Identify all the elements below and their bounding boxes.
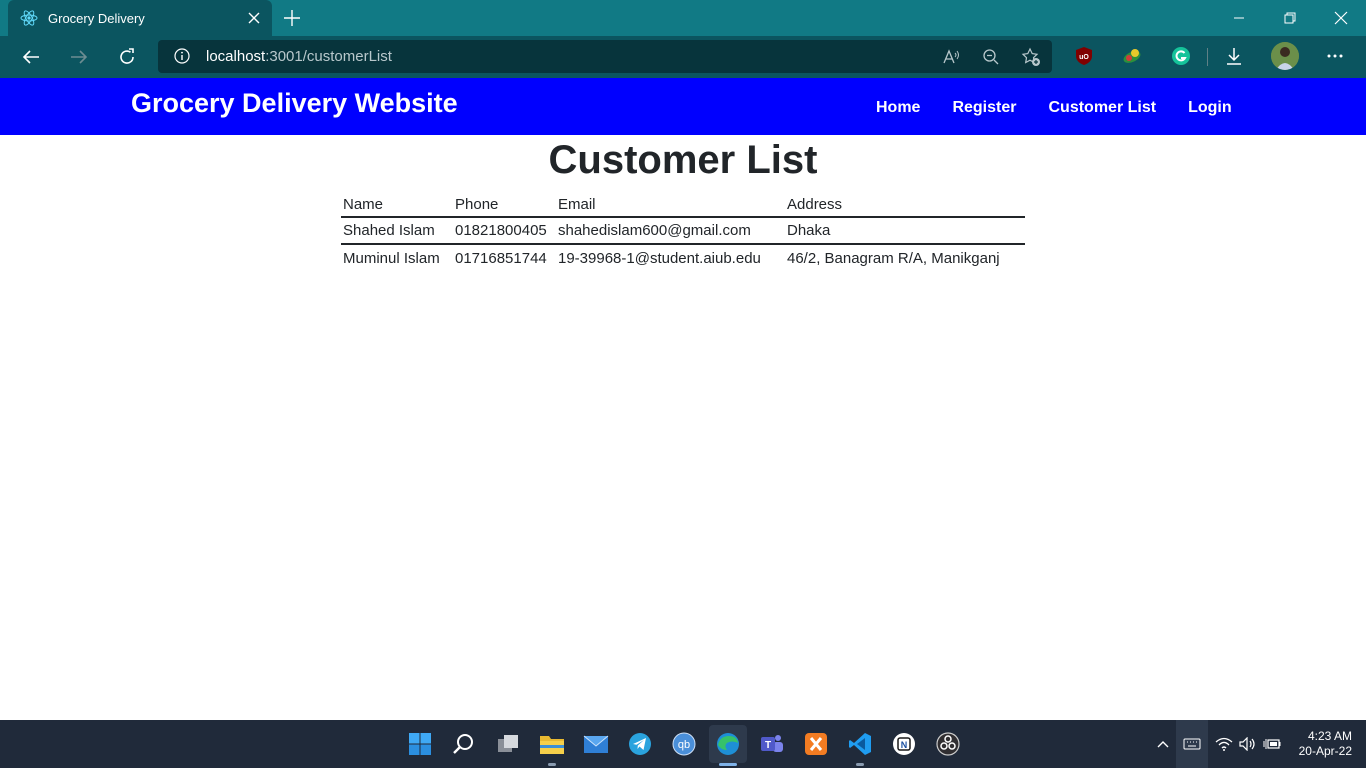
active-app-indicator: [719, 763, 737, 766]
notion-icon[interactable]: N: [889, 729, 919, 759]
grammarly-extension-icon[interactable]: [1169, 44, 1193, 68]
more-options-icon[interactable]: [1323, 44, 1347, 68]
url-text[interactable]: localhost:3001/customerList: [206, 48, 392, 65]
running-indicator: [856, 763, 864, 766]
colorful-extension-icon[interactable]: [1120, 44, 1144, 68]
minimize-icon[interactable]: [1216, 0, 1262, 36]
zoom-out-icon[interactable]: [980, 46, 1002, 68]
browser-tab[interactable]: Grocery Delivery: [8, 0, 272, 36]
browser-toolbar: localhost:3001/customerList uO: [0, 36, 1366, 78]
react-favicon-icon: [20, 9, 38, 27]
cell-name: Shahed Islam: [341, 217, 453, 245]
telegram-icon[interactable]: [625, 729, 655, 759]
close-tab-icon[interactable]: [246, 10, 262, 26]
cell-email: 19-39968-1@student.aiub.edu: [558, 249, 761, 267]
svg-text:T: T: [765, 740, 771, 751]
address-bar[interactable]: localhost:3001/customerList: [158, 40, 1052, 73]
back-icon[interactable]: [19, 45, 43, 69]
task-view-icon[interactable]: [493, 729, 523, 759]
qbittorrent-icon[interactable]: qb: [669, 729, 699, 759]
show-hidden-icons-icon[interactable]: [1154, 734, 1172, 754]
site-navbar: Grocery Delivery Website Home Register C…: [0, 78, 1366, 135]
taskbar: qb T N 4:23 AM 20-Apr-22: [0, 720, 1366, 768]
svg-text:qb: qb: [678, 739, 690, 751]
nav-link-login[interactable]: Login: [1188, 99, 1232, 117]
windows-start-icon[interactable]: [405, 729, 435, 759]
nav-link-register[interactable]: Register: [952, 99, 1016, 117]
cell-address: 46/2, Banagram R/A, Manikganj: [787, 249, 1000, 267]
browser-titlebar: Grocery Delivery: [0, 0, 1366, 36]
system-clock[interactable]: 4:23 AM 20-Apr-22: [1290, 729, 1352, 759]
clock-time: 4:23 AM: [1307, 729, 1352, 743]
read-aloud-icon[interactable]: [940, 46, 962, 68]
cell-address: Dhaka: [785, 217, 1025, 245]
site-brand[interactable]: Grocery Delivery Website: [131, 88, 458, 119]
column-header-phone: Phone: [453, 192, 556, 218]
svg-text:N: N: [901, 740, 908, 750]
nav-menu: Home Register Customer List Login: [876, 99, 1264, 117]
touch-keyboard-icon[interactable]: [1176, 720, 1208, 768]
vscode-icon[interactable]: [845, 729, 875, 759]
table-row: Shahed Islam 01821800405 shahedislam600@…: [341, 217, 1025, 245]
volume-icon[interactable]: [1238, 734, 1258, 754]
ublock-extension-icon[interactable]: uO: [1072, 44, 1096, 68]
customer-table: Name Phone Email Address Shahed Islam 01…: [341, 192, 1025, 271]
cell-phone: 01821800405: [453, 217, 556, 245]
file-explorer-icon[interactable]: [537, 729, 567, 759]
close-window-icon[interactable]: [1318, 0, 1364, 36]
obs-studio-icon[interactable]: [933, 729, 963, 759]
profile-avatar[interactable]: [1271, 42, 1299, 70]
column-header-email: Email: [556, 192, 785, 218]
restore-icon[interactable]: [1267, 0, 1313, 36]
url-path: :3001/customerList: [265, 48, 392, 65]
table-row: Muminul Islam 01716851744 19-39968-1@stu…: [341, 244, 1025, 271]
svg-text:uO: uO: [1079, 54, 1089, 61]
running-indicator: [548, 763, 556, 766]
forward-icon[interactable]: [67, 45, 91, 69]
downloads-icon[interactable]: [1222, 44, 1246, 68]
xampp-icon[interactable]: [801, 729, 831, 759]
wifi-icon[interactable]: [1214, 734, 1234, 754]
cell-phone: 01716851744: [455, 249, 547, 267]
battery-icon[interactable]: [1262, 734, 1282, 754]
favorites-add-icon[interactable]: [1020, 46, 1042, 68]
clock-date: 20-Apr-22: [1298, 744, 1352, 758]
cell-name: Muminul Islam: [343, 249, 440, 267]
tab-title: Grocery Delivery: [48, 10, 145, 26]
toolbar-divider: [1207, 48, 1208, 66]
site-info-icon[interactable]: [174, 48, 190, 64]
teams-icon[interactable]: T: [757, 729, 787, 759]
nav-link-home[interactable]: Home: [876, 99, 920, 117]
edge-browser-icon[interactable]: [709, 725, 747, 763]
cell-email: shahedislam600@gmail.com: [556, 217, 785, 245]
url-host: localhost: [206, 48, 266, 65]
search-icon[interactable]: [449, 729, 479, 759]
mail-icon[interactable]: [581, 729, 611, 759]
column-header-address: Address: [785, 192, 1025, 218]
nav-link-customer-list[interactable]: Customer List: [1048, 99, 1156, 117]
refresh-icon[interactable]: [115, 45, 139, 69]
column-header-name: Name: [341, 192, 453, 218]
table-header-row: Name Phone Email Address: [341, 192, 1025, 218]
new-tab-icon[interactable]: [282, 8, 302, 28]
page-title: Customer List: [548, 138, 818, 182]
